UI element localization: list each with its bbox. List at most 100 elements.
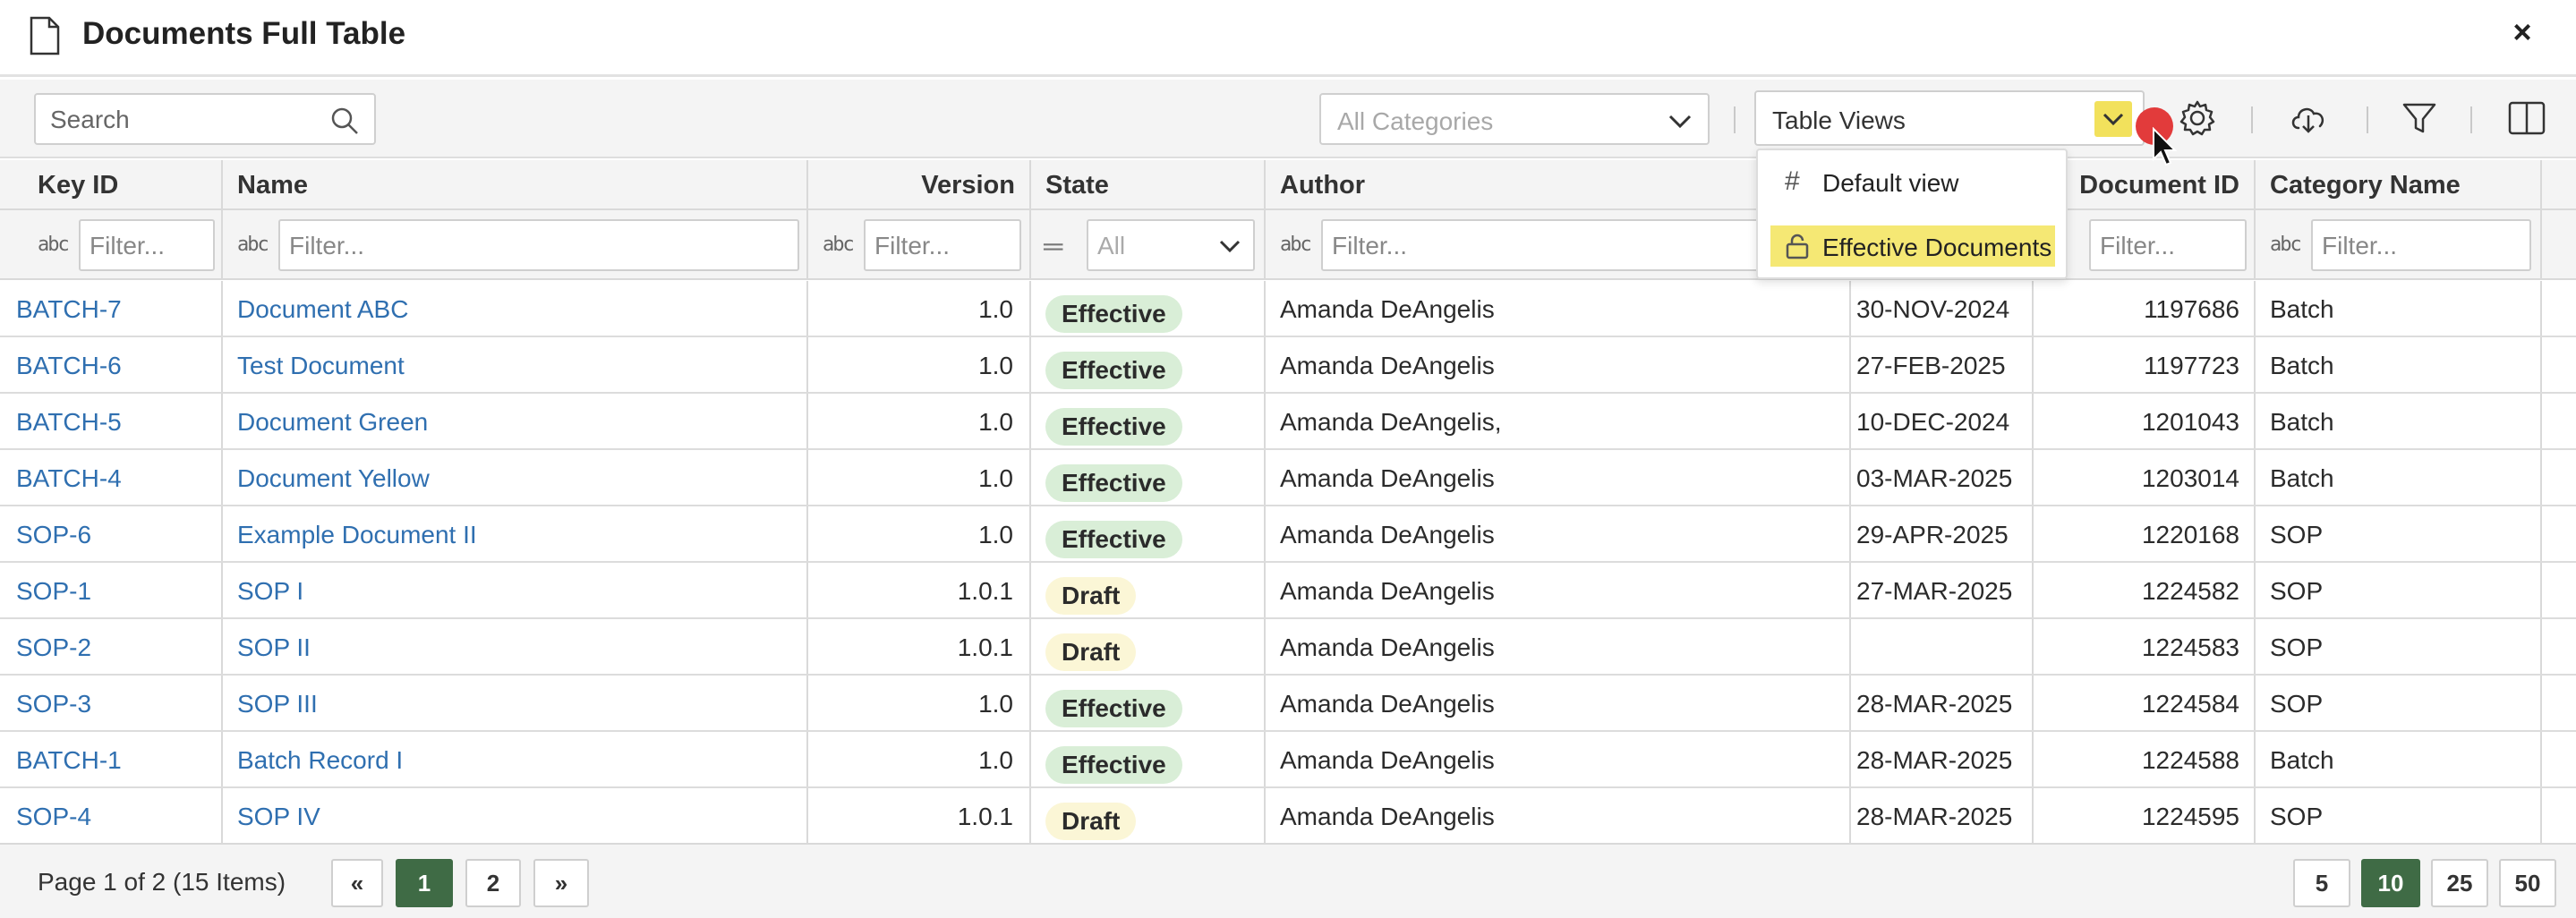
table-row[interactable]: BATCH-4 Document Yellow 1.0 Effective Amanda… <box>0 450 2576 506</box>
cell-category-name: Batch <box>2256 337 2542 392</box>
document-key-link[interactable]: BATCH-6 <box>16 352 122 380</box>
table-views-select[interactable]: Table Views <box>1754 90 2145 146</box>
filter-cell-state: ═ All <box>1031 210 1266 278</box>
page-size-5[interactable]: 5 <box>2293 859 2350 907</box>
search-icon[interactable] <box>329 106 360 136</box>
column-header-state[interactable]: State <box>1031 160 1266 208</box>
document-key-link[interactable]: SOP-3 <box>16 690 91 718</box>
cell-key-id: SOP-3 <box>0 676 223 730</box>
status-badge: Effective <box>1045 464 1182 502</box>
filter-state-value: All <box>1097 232 1126 259</box>
text-filter-icon: abc <box>38 234 70 256</box>
column-header-version[interactable]: Version <box>808 160 1031 208</box>
document-name-link[interactable]: SOP IV <box>237 803 320 831</box>
cell-version: 1.0 <box>808 732 1031 786</box>
menu-item-default-view[interactable]: # Default view <box>1770 161 2055 202</box>
search-input[interactable] <box>50 104 319 136</box>
filter-version[interactable] <box>864 219 1021 271</box>
cell-category-name-value: SOP <box>2270 633 2324 661</box>
document-key-link[interactable]: BATCH-1 <box>16 746 122 775</box>
cell-author: Amanda DeAngelis <box>1266 506 1851 561</box>
cell-key-id: SOP-2 <box>0 619 223 674</box>
document-name-link[interactable]: Document ABC <box>237 295 408 324</box>
document-name-link[interactable]: Test Document <box>237 352 405 380</box>
cell-category-name-value: SOP <box>2270 803 2324 830</box>
last-page-button[interactable]: » <box>533 859 589 907</box>
table-row[interactable]: BATCH-7 Document ABC 1.0 Effective Amanda De… <box>0 281 2576 337</box>
table-views-toggle[interactable] <box>2094 101 2132 137</box>
cell-state: Effective <box>1031 676 1266 730</box>
table-row[interactable]: BATCH-1 Batch Record I 1.0 Effective Amanda … <box>0 732 2576 788</box>
document-name-link[interactable]: Batch Record I <box>237 746 403 775</box>
page-size-25[interactable]: 25 <box>2431 859 2488 907</box>
cell-state: Effective <box>1031 450 1266 505</box>
page-size-50[interactable]: 50 <box>2499 859 2556 907</box>
document-key-link[interactable]: SOP-6 <box>16 521 91 549</box>
document-key-link[interactable]: BATCH-4 <box>16 464 122 493</box>
filter-input[interactable] <box>1332 231 1798 261</box>
cell-name: Document ABC <box>223 281 808 336</box>
cell-version-value: 1.0 <box>978 352 1013 379</box>
document-name-link[interactable]: Example Document II <box>237 521 477 549</box>
filter-input[interactable] <box>289 231 755 261</box>
document-name-link[interactable]: SOP I <box>237 577 303 606</box>
column-header-key-id[interactable]: Key ID <box>0 160 223 208</box>
page-button-2[interactable]: 2 <box>465 859 521 907</box>
table-row[interactable]: BATCH-6 Test Document 1.0 Effective Amanda D… <box>0 337 2576 394</box>
column-header-name[interactable]: Name <box>223 160 808 208</box>
table-row[interactable]: SOP-2 SOP II 1.0.1 Draft Amanda DeAngelis 122… <box>0 619 2576 676</box>
cell-version: 1.0 <box>808 506 1031 561</box>
table-row[interactable]: BATCH-5 Document Green 1.0 Effective Amanda … <box>0 394 2576 450</box>
cell-document-id: 1224582 <box>2034 563 2256 617</box>
table-row[interactable]: SOP-6 Example Document II 1.0 Effective Aman… <box>0 506 2576 563</box>
filter-document-id[interactable] <box>2089 219 2247 271</box>
document-key-link[interactable]: SOP-1 <box>16 577 91 606</box>
cell-category-name: SOP <box>2256 788 2542 843</box>
cell-category-name: SOP <box>2256 619 2542 674</box>
document-key-link[interactable]: SOP-2 <box>16 633 91 662</box>
equals-filter-icon: ═ <box>1044 232 1063 261</box>
filter-name[interactable] <box>278 219 799 271</box>
cloud-download-icon[interactable] <box>2288 98 2329 139</box>
document-name-link[interactable]: Document Green <box>237 408 428 437</box>
filter-input[interactable] <box>2100 231 2239 261</box>
menu-item-effective-documents[interactable]: Effective Documents <box>1770 225 2055 267</box>
column-header-category-name[interactable]: Category Name <box>2256 160 2542 208</box>
cell-author: Amanda DeAngelis <box>1266 619 1851 674</box>
gear-icon[interactable] <box>2177 98 2218 139</box>
document-key-link[interactable]: BATCH-7 <box>16 295 122 324</box>
document-icon <box>30 16 60 55</box>
text-filter-icon: abc <box>823 234 855 256</box>
filter-category[interactable] <box>2311 219 2531 271</box>
page-size-10[interactable]: 10 <box>2361 859 2420 907</box>
close-button[interactable]: × <box>2504 14 2540 50</box>
table-views-menu: # Default view Effective Documents <box>1756 149 2068 279</box>
cell-date-value: 27-MAR-2025 <box>1856 577 2013 605</box>
cell-version-value: 1.0 <box>978 521 1013 548</box>
table-row[interactable]: SOP-3 SOP III 1.0 Effective Amanda DeAngelis… <box>0 676 2576 732</box>
first-page-button[interactable]: « <box>331 859 383 907</box>
document-name-link[interactable]: Document Yellow <box>237 464 430 493</box>
cell-name: SOP III <box>223 676 808 730</box>
document-key-link[interactable]: SOP-4 <box>16 803 91 831</box>
cell-document-id: 1224595 <box>2034 788 2256 843</box>
document-name-link[interactable]: SOP III <box>237 690 318 718</box>
search-field[interactable] <box>34 93 376 145</box>
cell-date-value: 28-MAR-2025 <box>1856 746 2013 774</box>
filter-input[interactable] <box>90 231 209 261</box>
column-layout-icon[interactable] <box>2506 98 2547 139</box>
document-name-link[interactable]: SOP II <box>237 633 311 662</box>
filter-icon[interactable] <box>2399 98 2440 139</box>
document-key-link[interactable]: BATCH-5 <box>16 408 122 437</box>
filter-input[interactable] <box>874 231 1013 261</box>
text-filter-icon: abc <box>2270 234 2302 256</box>
filter-input[interactable] <box>2322 231 2517 261</box>
filter-state-select[interactable]: All <box>1087 219 1255 271</box>
filter-key-id[interactable] <box>79 219 215 271</box>
cell-document-id: 1203014 <box>2034 450 2256 505</box>
table-row[interactable]: SOP-4 SOP IV 1.0.1 Draft Amanda DeAngelis 28-… <box>0 788 2576 845</box>
category-select[interactable]: All Categories <box>1319 93 1710 145</box>
table-row[interactable]: SOP-1 SOP I 1.0.1 Draft Amanda DeAngelis 27-M… <box>0 563 2576 619</box>
table-views-label: Table Views <box>1772 106 1906 134</box>
page-button-1[interactable]: 1 <box>396 859 453 907</box>
